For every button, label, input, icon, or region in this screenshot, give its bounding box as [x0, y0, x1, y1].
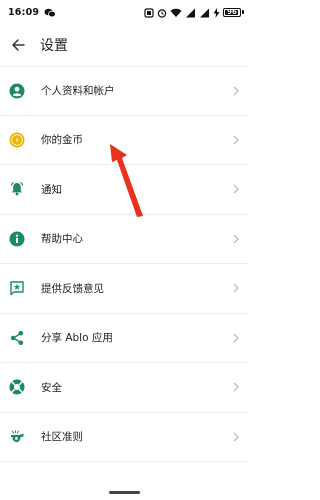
menu-item-help-center[interactable]: 帮助中心 — [0, 215, 249, 264]
menu-item-label: 提供反馈意见 — [41, 282, 104, 295]
menu-item-community-guidelines[interactable]: 社区准则 — [0, 413, 249, 462]
app-bar: 设置 — [0, 24, 249, 66]
bell-icon — [8, 180, 26, 198]
chevron-right-icon — [233, 184, 239, 194]
battery-icon: 96 — [223, 7, 244, 17]
status-left-icons — [44, 3, 57, 22]
menu-item-coins[interactable]: 你的金币 — [0, 116, 249, 165]
back-arrow-icon[interactable] — [4, 31, 32, 59]
wechat-icon — [44, 3, 57, 22]
signal-icon — [199, 3, 210, 22]
menu-item-label: 个人资料和帐户 — [41, 85, 115, 98]
home-indicator[interactable] — [109, 491, 140, 494]
chevron-right-icon — [233, 432, 239, 442]
menu-item-notifications[interactable]: 通知 — [0, 165, 249, 215]
menu-item-feedback[interactable]: 提供反馈意见 — [0, 264, 249, 314]
lifebuoy-icon — [8, 378, 26, 396]
share-icon — [8, 329, 26, 347]
chevron-right-icon — [233, 86, 239, 96]
charging-icon — [213, 3, 220, 22]
chevron-right-icon — [233, 234, 239, 244]
whistle-icon — [8, 428, 26, 446]
wifi-icon — [170, 3, 182, 22]
account-icon — [8, 82, 26, 100]
alarm-icon — [157, 3, 167, 22]
menu-item-profile-account[interactable]: 个人资料和帐户 — [0, 66, 249, 116]
menu-item-label: 社区准则 — [41, 431, 83, 444]
menu-item-safety[interactable]: 安全 — [0, 363, 249, 413]
chevron-right-icon — [233, 382, 239, 392]
menu-item-label: 帮助中心 — [41, 233, 83, 246]
menu-item-label: 分享 Ablo 应用 — [41, 332, 113, 345]
settings-list: 个人资料和帐户 你的金币 通知 帮助中心 提供反馈意见 分享 Ablo 应用 安… — [0, 66, 249, 462]
notification-icon — [144, 3, 154, 22]
menu-item-label: 安全 — [41, 381, 62, 394]
chevron-right-icon — [233, 333, 239, 343]
menu-item-label: 你的金币 — [41, 134, 83, 147]
menu-item-label: 通知 — [41, 183, 62, 196]
status-right-icons: 96 — [144, 3, 244, 22]
coin-icon — [8, 131, 26, 149]
signal-icon — [185, 3, 196, 22]
feedback-star-icon — [8, 279, 26, 297]
status-time: 16:09 — [8, 6, 40, 18]
chevron-right-icon — [233, 283, 239, 293]
info-icon — [8, 230, 26, 248]
menu-item-share-app[interactable]: 分享 Ablo 应用 — [0, 314, 249, 363]
battery-level: 96 — [227, 8, 237, 16]
page-title: 设置 — [40, 38, 68, 54]
chevron-right-icon — [233, 135, 239, 145]
status-bar: 16:09 96 — [0, 0, 249, 24]
